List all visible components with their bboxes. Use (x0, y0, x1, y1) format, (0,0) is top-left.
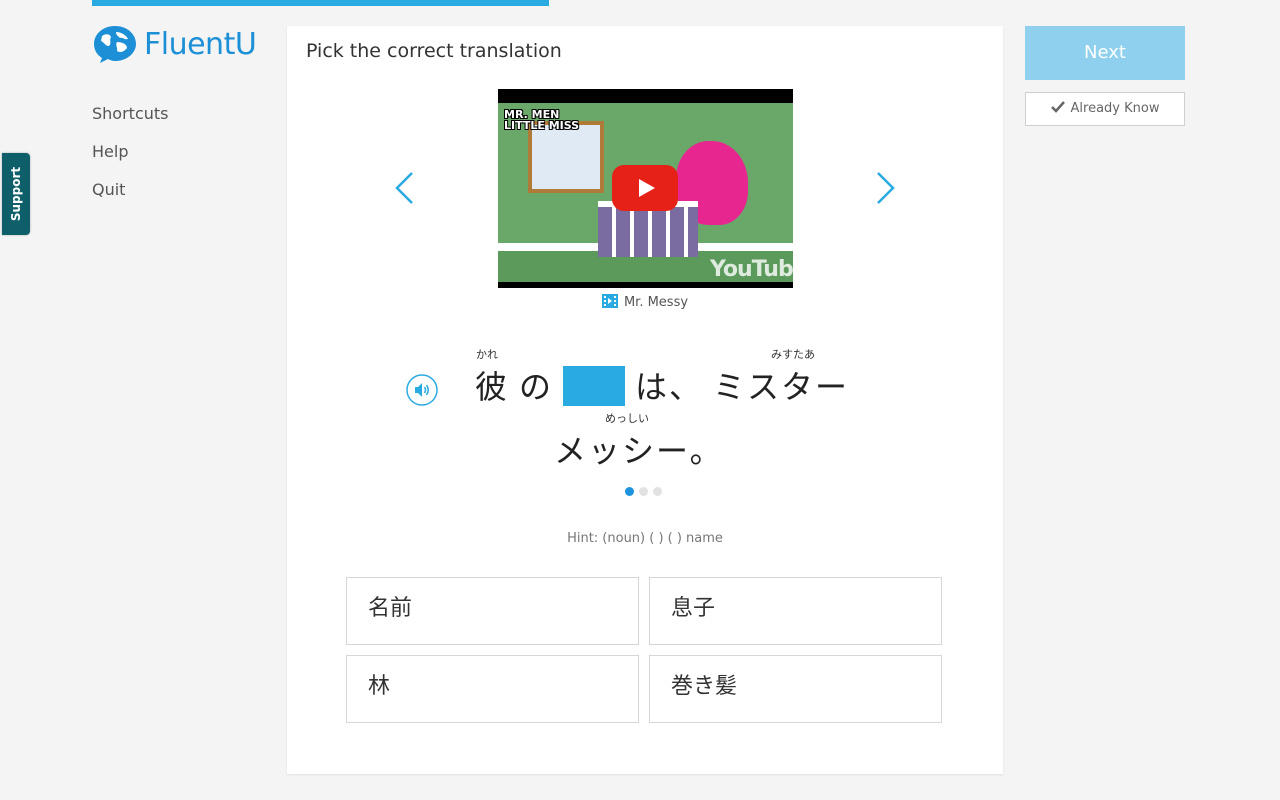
play-button[interactable] (612, 165, 678, 211)
quit-link[interactable]: Quit (92, 180, 168, 218)
support-tab[interactable]: Support (2, 153, 30, 235)
next-button[interactable]: Next (1025, 26, 1185, 80)
video-caption-text: Mr. Messy (623, 295, 689, 310)
video-player[interactable]: MR. MEN LITTLE MISS YouTube (498, 89, 793, 288)
answer-option[interactable]: 名前 (346, 577, 639, 645)
sentence-line-2: メッシー。 (549, 426, 729, 472)
word-no[interactable]: の (519, 362, 553, 408)
fluentu-logo[interactable]: FluentU (92, 24, 257, 64)
furigana-kare: かれ (476, 348, 498, 361)
pagination-dot[interactable] (639, 487, 648, 496)
word-wa[interactable]: は、 (635, 362, 703, 408)
pagination-dot[interactable] (625, 487, 634, 496)
hint-text: Hint: (noun) ( ) ( ) name (567, 531, 723, 546)
furigana-messhii: めっしい (605, 412, 649, 425)
shortcuts-link[interactable]: Shortcuts (92, 104, 168, 142)
word-misutaa[interactable]: ミスター (713, 362, 849, 408)
answer-option[interactable]: 林 (346, 655, 639, 723)
brand-name: FluentU (144, 26, 257, 62)
left-nav: Shortcuts Help Quit (92, 104, 168, 218)
sentence-line-1: 彼の は、 ミスター (470, 362, 854, 408)
already-know-label: Already Know (1070, 101, 1160, 116)
lesson-progress-bar (92, 0, 549, 6)
checkmark-icon (1050, 101, 1065, 113)
video-caption[interactable]: Mr. Messy (287, 294, 1003, 310)
slide-pagination (625, 487, 662, 496)
youtube-watermark: YouTube (710, 257, 793, 282)
speaker-icon[interactable] (406, 374, 438, 406)
globe-chat-icon (94, 26, 136, 63)
furigana-misutaa: みすたあ (771, 348, 815, 361)
exercise-card: Pick the correct translation MR. MEN LIT… (287, 26, 1003, 774)
exercise-prompt: Pick the correct translation (306, 40, 562, 62)
answer-blank (563, 366, 626, 406)
word-kare[interactable]: 彼 (475, 362, 509, 408)
next-arrow-icon[interactable] (875, 170, 897, 206)
film-icon (601, 294, 618, 308)
pagination-dot[interactable] (653, 487, 662, 496)
help-link[interactable]: Help (92, 142, 168, 180)
already-know-button[interactable]: Already Know (1025, 92, 1185, 126)
answer-option[interactable]: 息子 (649, 577, 942, 645)
video-overlay-title: MR. MEN LITTLE MISS (504, 108, 580, 132)
word-messhii[interactable]: メッシー。 (554, 426, 724, 472)
previous-arrow-icon[interactable] (393, 170, 415, 206)
answer-option[interactable]: 巻き髪 (649, 655, 942, 723)
support-tab-label: Support (9, 166, 23, 222)
